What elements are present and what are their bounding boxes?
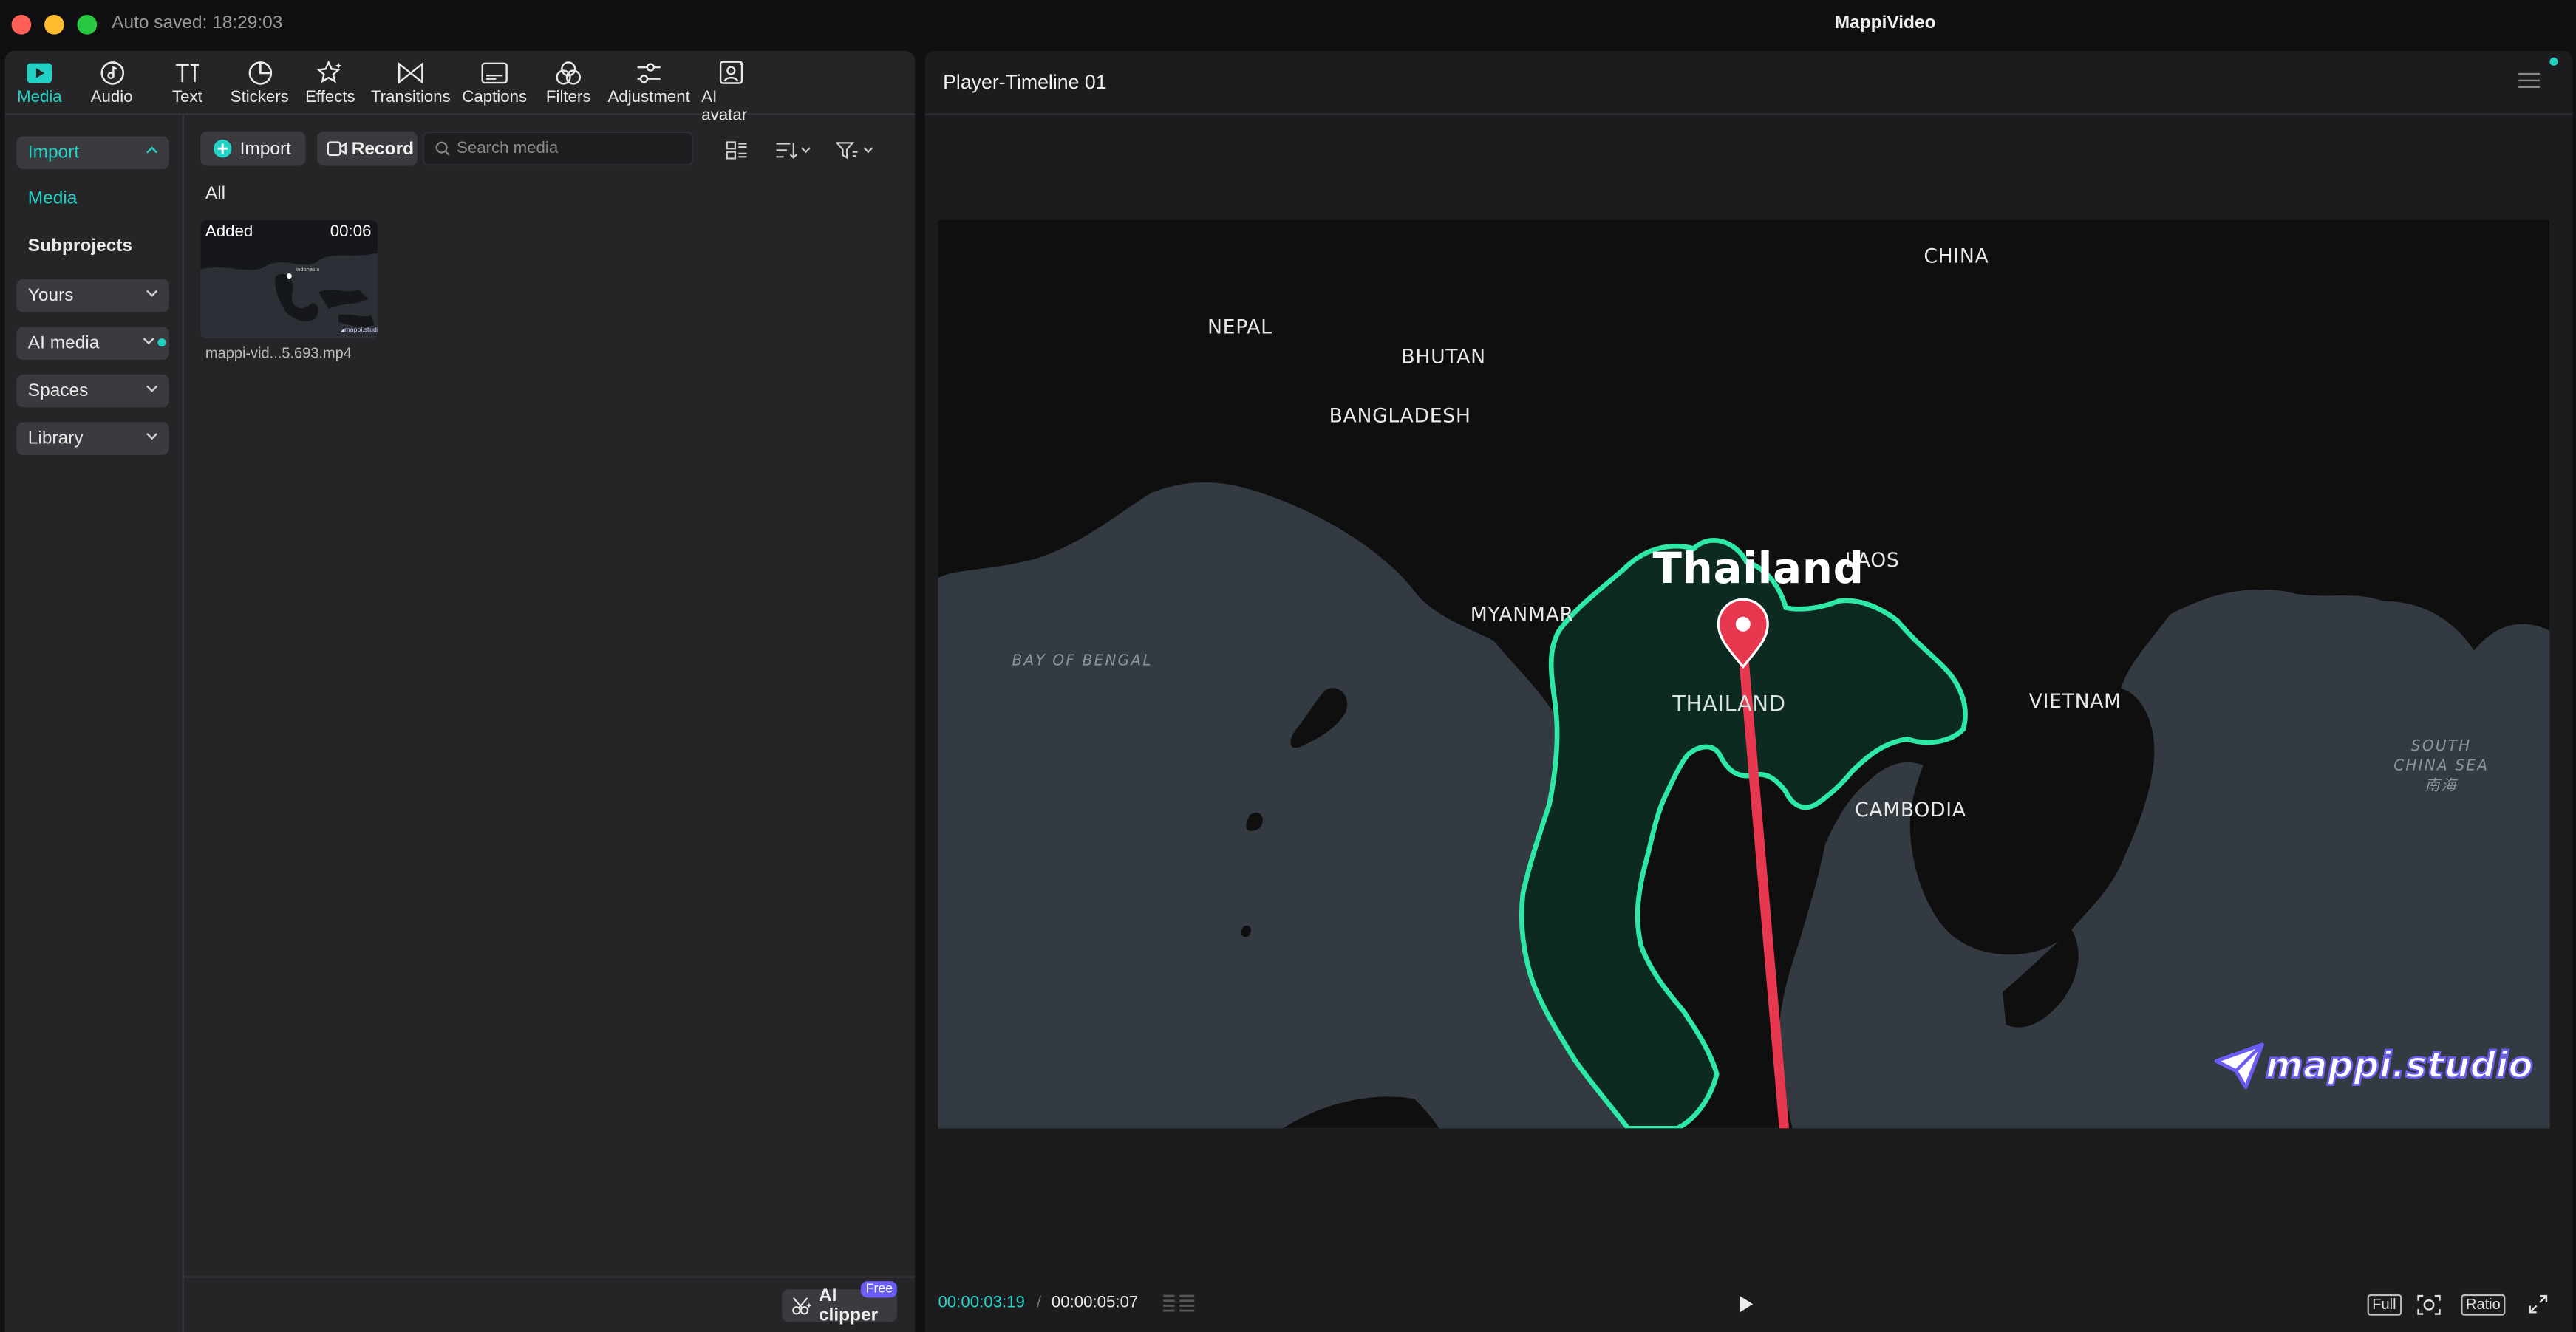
minimize-window-button[interactable]: [44, 15, 64, 35]
duration-label: 00:06: [330, 223, 372, 242]
search-input[interactable]: [457, 139, 687, 158]
play-button[interactable]: [1735, 1291, 1758, 1317]
map-label-south-china-sea: SOUTH CHINA SEA 南海: [2393, 739, 2490, 796]
mappi-studio-watermark: mappi.studio: [2213, 1042, 2534, 1091]
timecode-separator: /: [1036, 1294, 1042, 1313]
svg-text:◢mappi.studio: ◢mappi.studio: [340, 327, 378, 333]
new-indicator-dot: [157, 338, 166, 347]
tool-filters[interactable]: Filters: [544, 59, 593, 107]
media-icon: [24, 59, 54, 86]
audio-icon: [97, 59, 126, 86]
timeline-grid-icon: [1163, 1294, 1195, 1311]
sort-icon: [776, 142, 811, 158]
nav-ai-media[interactable]: AI media: [16, 327, 169, 360]
current-timecode: 00:00:03:19: [938, 1294, 1025, 1313]
snapshot-icon: [2417, 1294, 2441, 1314]
effects-icon: [316, 59, 345, 86]
tool-captions[interactable]: Captions: [462, 59, 528, 107]
fullscreen-icon: [2529, 1294, 2548, 1314]
grid-view-button[interactable]: [726, 137, 748, 163]
added-badge: Added: [205, 223, 253, 242]
map-label-nepal: NEPAL: [1207, 315, 1272, 338]
chevron-down-icon: [146, 385, 158, 392]
play-icon: [1740, 1296, 1754, 1313]
record-button[interactable]: Record: [317, 131, 418, 166]
chevron-down-icon: [146, 290, 158, 297]
nav-media[interactable]: Media: [28, 189, 78, 209]
total-timecode: 00:00:05:07: [1051, 1294, 1139, 1313]
snapshot-button[interactable]: [2416, 1291, 2441, 1317]
filter-icon: [836, 141, 873, 159]
plus-circle-icon: [214, 139, 232, 158]
search-box: [422, 131, 694, 166]
nav-spaces[interactable]: Spaces: [16, 374, 169, 408]
captions-icon: [480, 59, 509, 86]
tool-transitions[interactable]: Transitions: [371, 59, 451, 107]
tool-ai-avatar[interactable]: AI avatar: [701, 59, 763, 125]
media-toolbar: Media Audio Text Stickers Effects Transi…: [4, 51, 916, 125]
map-label-bangladesh: BANGLADESH: [1329, 403, 1471, 428]
nav-library[interactable]: Library: [16, 422, 169, 455]
close-window-button[interactable]: [11, 15, 32, 35]
autosave-status: Auto saved: 18:29:03: [112, 13, 283, 33]
filter-all-tab[interactable]: All: [205, 184, 225, 204]
text-icon: [172, 59, 202, 86]
title-bar: Auto saved: 18:29:03 MappiVideo: [0, 0, 2576, 49]
camera-icon: [327, 141, 347, 157]
chevron-down-icon: [143, 338, 154, 345]
tool-media[interactable]: Media: [17, 59, 62, 107]
menu-icon[interactable]: [2518, 72, 2541, 89]
ai-avatar-icon: [718, 59, 748, 86]
tool-stickers[interactable]: Stickers: [228, 59, 290, 107]
import-button[interactable]: Import: [200, 131, 306, 166]
search-icon: [435, 141, 450, 156]
video-preview[interactable]: CHINA NEPAL BHUTAN BANGLADESH LAOS Thail…: [938, 219, 2550, 1129]
map-label-vietnam: VIETNAM: [2028, 689, 2122, 713]
adjustment-icon: [634, 59, 664, 86]
map-label-bhutan: BHUTAN: [1401, 344, 1486, 368]
filters-icon: [553, 59, 583, 86]
tool-effects[interactable]: Effects: [304, 59, 356, 107]
tool-audio[interactable]: Audio: [90, 59, 133, 107]
zoom-window-button[interactable]: [77, 15, 98, 35]
transitions-icon: [396, 59, 426, 86]
scissors-icon: [792, 1297, 812, 1315]
map-label-china: CHINA: [1924, 245, 1989, 268]
chevron-down-icon: [146, 433, 158, 440]
svg-text:Indonesia: Indonesia: [296, 267, 319, 273]
chevron-up-icon: [146, 146, 158, 154]
tool-text[interactable]: Text: [169, 59, 205, 107]
player-title: Player-Timeline 01: [943, 70, 1107, 94]
timeline-view-button[interactable]: [1162, 1291, 1196, 1317]
map-label-bay-of-bengal: BAY OF BENGAL: [1012, 653, 1153, 671]
nav-import[interactable]: Import: [16, 136, 169, 169]
map-canvas: [938, 219, 2550, 1129]
player-panel: Player-Timeline 01 CHINA NEPAL BHUTAN BA…: [924, 50, 2573, 1332]
player-controls: 00:00:03:19 / 00:00:05:07 Full Ratio: [925, 1280, 2573, 1332]
app-title: MappiVideo: [1834, 13, 1936, 33]
map-label-thailand-title: Thailand: [1652, 545, 1864, 595]
grid-view-icon: [726, 140, 747, 159]
media-thumbnail[interactable]: Indonesia ◢mappi.studio Added 00:06: [200, 219, 378, 338]
media-panel: Media Audio Text Stickers Effects Transi…: [4, 50, 916, 1332]
nav-yours[interactable]: Yours: [16, 279, 169, 312]
map-label-thailand: THAILAND: [1672, 693, 1786, 718]
fullscreen-button[interactable]: [2529, 1291, 2549, 1317]
nav-subprojects[interactable]: Subprojects: [28, 236, 132, 256]
paper-plane-icon: [2214, 1042, 2264, 1090]
free-badge: Free: [860, 1281, 898, 1298]
notification-dot: [2549, 57, 2558, 66]
map-label-myanmar: MYANMAR: [1470, 602, 1574, 626]
media-subnav: Import Media Subprojects Yours AI media …: [5, 115, 184, 1332]
player-header: Player-Timeline 01: [924, 51, 2573, 115]
filter-button[interactable]: [836, 137, 876, 163]
tool-adjustment[interactable]: Adjustment: [608, 59, 690, 107]
sort-button[interactable]: [775, 137, 811, 163]
full-quality-button[interactable]: Full: [2367, 1291, 2402, 1317]
map-label-cambodia: CAMBODIA: [1854, 798, 1966, 822]
ratio-button[interactable]: Ratio: [2461, 1291, 2506, 1317]
stickers-icon: [245, 59, 274, 86]
media-filename: mappi-vid...5.693.mp4: [205, 344, 352, 362]
